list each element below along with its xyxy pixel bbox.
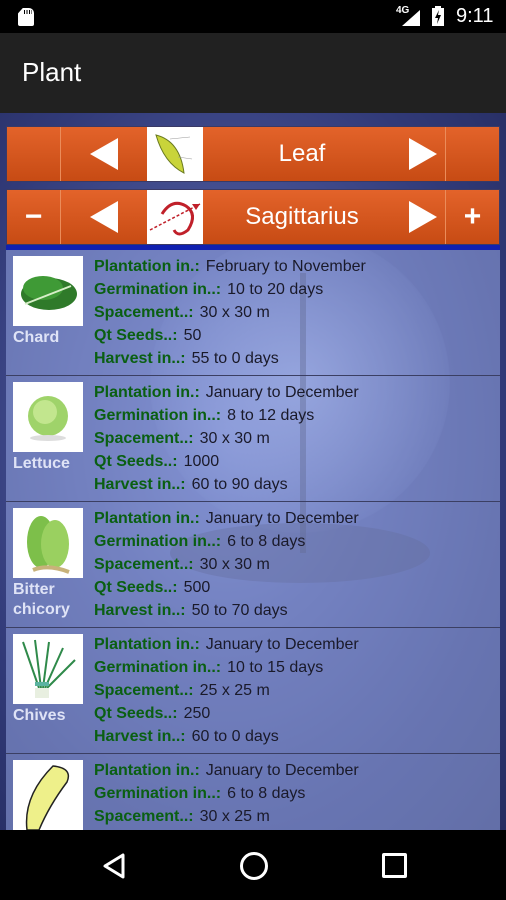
germination-label: Germination in..:: [94, 281, 222, 298]
plant-name: Bitter chicory: [13, 581, 70, 618]
plant-list[interactable]: Chard Plantation in.: February to Novembe…: [6, 250, 500, 830]
harvest-label: Harvest in..:: [94, 728, 186, 745]
category-label: Leaf: [203, 127, 401, 181]
list-item[interactable]: Chives Plantation in.: January to Decembe…: [6, 628, 500, 754]
battery-charging-icon: [432, 6, 444, 26]
spacement-value: 30 x 30 m: [199, 304, 270, 321]
page-title: Plant: [22, 57, 82, 87]
germination-label: Germination in..:: [94, 407, 222, 424]
arrow-left-icon: [90, 138, 118, 170]
sd-card-icon: [18, 8, 34, 26]
content-area: Leaf − Sagittarius + Chard Plantation in…: [0, 113, 506, 830]
chard-image: [13, 256, 83, 326]
chives-image: [13, 634, 83, 704]
spacement-value: 30 x 30 m: [199, 556, 270, 573]
spacement-label: Spacement..:: [94, 430, 194, 447]
arrow-right-icon: [409, 138, 437, 170]
home-icon[interactable]: [240, 852, 268, 880]
germination-label: Germination in..:: [94, 533, 222, 550]
list-item[interactable]: Lettuce Plantation in.: January to Decemb…: [6, 376, 500, 502]
germination-label: Germination in..:: [94, 785, 222, 802]
list-item[interactable]: Plantation in.: January to December Germi…: [6, 754, 500, 830]
harvest-value: 60 to 90 days: [191, 476, 288, 493]
signal-icon: [402, 10, 420, 26]
spacement-value: 25 x 25 m: [199, 682, 270, 699]
plantation-value: January to December: [205, 762, 359, 779]
qt-seeds-value: 250: [183, 705, 211, 722]
clock: 9:11: [456, 5, 494, 27]
spacement-label: Spacement..:: [94, 682, 194, 699]
recents-icon[interactable]: [382, 853, 407, 878]
plantation-label: Plantation in.:: [94, 636, 200, 653]
qt-seeds-value: 50: [183, 327, 202, 344]
zodiac-selector: − Sagittarius +: [6, 189, 500, 245]
category-right-blank-button[interactable]: [445, 127, 499, 181]
category-prev-button[interactable]: [61, 127, 147, 181]
qt-seeds-label: Qt Seeds..:: [94, 453, 178, 470]
navigation-bar: [0, 830, 506, 900]
plantation-label: Plantation in.:: [94, 510, 200, 527]
app-bar: Plant: [0, 33, 506, 113]
list-item[interactable]: Chard Plantation in.: February to Novembe…: [6, 250, 500, 376]
plantation-value: January to December: [205, 636, 359, 653]
spacement-label: Spacement..:: [94, 556, 194, 573]
plant-name: Lettuce: [13, 455, 70, 472]
arrow-left-icon: [90, 201, 118, 233]
zodiac-label: Sagittarius: [203, 190, 401, 244]
germination-value: 10 to 15 days: [227, 659, 324, 676]
harvest-label: Harvest in..:: [94, 476, 186, 493]
plantation-value: January to December: [205, 384, 359, 401]
plant-name: Chard: [13, 329, 60, 346]
harvest-value: 55 to 0 days: [191, 350, 279, 367]
plantation-label: Plantation in.:: [94, 762, 200, 779]
endive-image: [13, 760, 83, 830]
plantation-label: Plantation in.:: [94, 258, 200, 275]
bitter-chicory-image: [13, 508, 83, 578]
spacement-value: 30 x 30 m: [199, 430, 270, 447]
category-next-button[interactable]: [401, 127, 445, 181]
spacement-label: Spacement..:: [94, 808, 194, 825]
qt-seeds-label: Qt Seeds..:: [94, 579, 178, 596]
zodiac-minus-button[interactable]: −: [7, 190, 61, 244]
germination-value: 6 to 8 days: [227, 533, 306, 550]
sagittarius-icon: [147, 190, 203, 244]
spacement-value: 30 x 25 m: [199, 808, 270, 825]
zodiac-prev-button[interactable]: [61, 190, 147, 244]
qt-seeds-value: 1000: [183, 453, 220, 470]
qt-seeds-value: 500: [183, 579, 211, 596]
qt-seeds-label: Qt Seeds..:: [94, 327, 178, 344]
harvest-value: 50 to 70 days: [191, 602, 288, 619]
germination-value: 6 to 8 days: [227, 785, 306, 802]
plant-name: Chives: [13, 707, 66, 724]
spacement-label: Spacement..:: [94, 304, 194, 321]
harvest-value: 60 to 0 days: [191, 728, 279, 745]
list-item[interactable]: Bitter chicory Plantation in.: January to…: [6, 502, 500, 628]
back-icon[interactable]: [101, 852, 127, 880]
plantation-label: Plantation in.:: [94, 384, 200, 401]
plantation-value: January to December: [205, 510, 359, 527]
harvest-label: Harvest in..:: [94, 602, 186, 619]
leaf-diagram-icon: [147, 127, 203, 181]
zodiac-plus-button[interactable]: +: [445, 190, 499, 244]
category-left-blank-button[interactable]: [7, 127, 61, 181]
harvest-label: Harvest in..:: [94, 350, 186, 367]
germination-value: 8 to 12 days: [227, 407, 315, 424]
lettuce-image: [13, 382, 83, 452]
category-selector: Leaf: [6, 126, 500, 182]
qt-seeds-label: Qt Seeds..:: [94, 705, 178, 722]
arrow-right-icon: [409, 201, 437, 233]
germination-value: 10 to 20 days: [227, 281, 324, 298]
zodiac-next-button[interactable]: [401, 190, 445, 244]
germination-label: Germination in..:: [94, 659, 222, 676]
plantation-value: February to November: [205, 258, 366, 275]
status-bar: 4G 9:11: [0, 0, 506, 33]
